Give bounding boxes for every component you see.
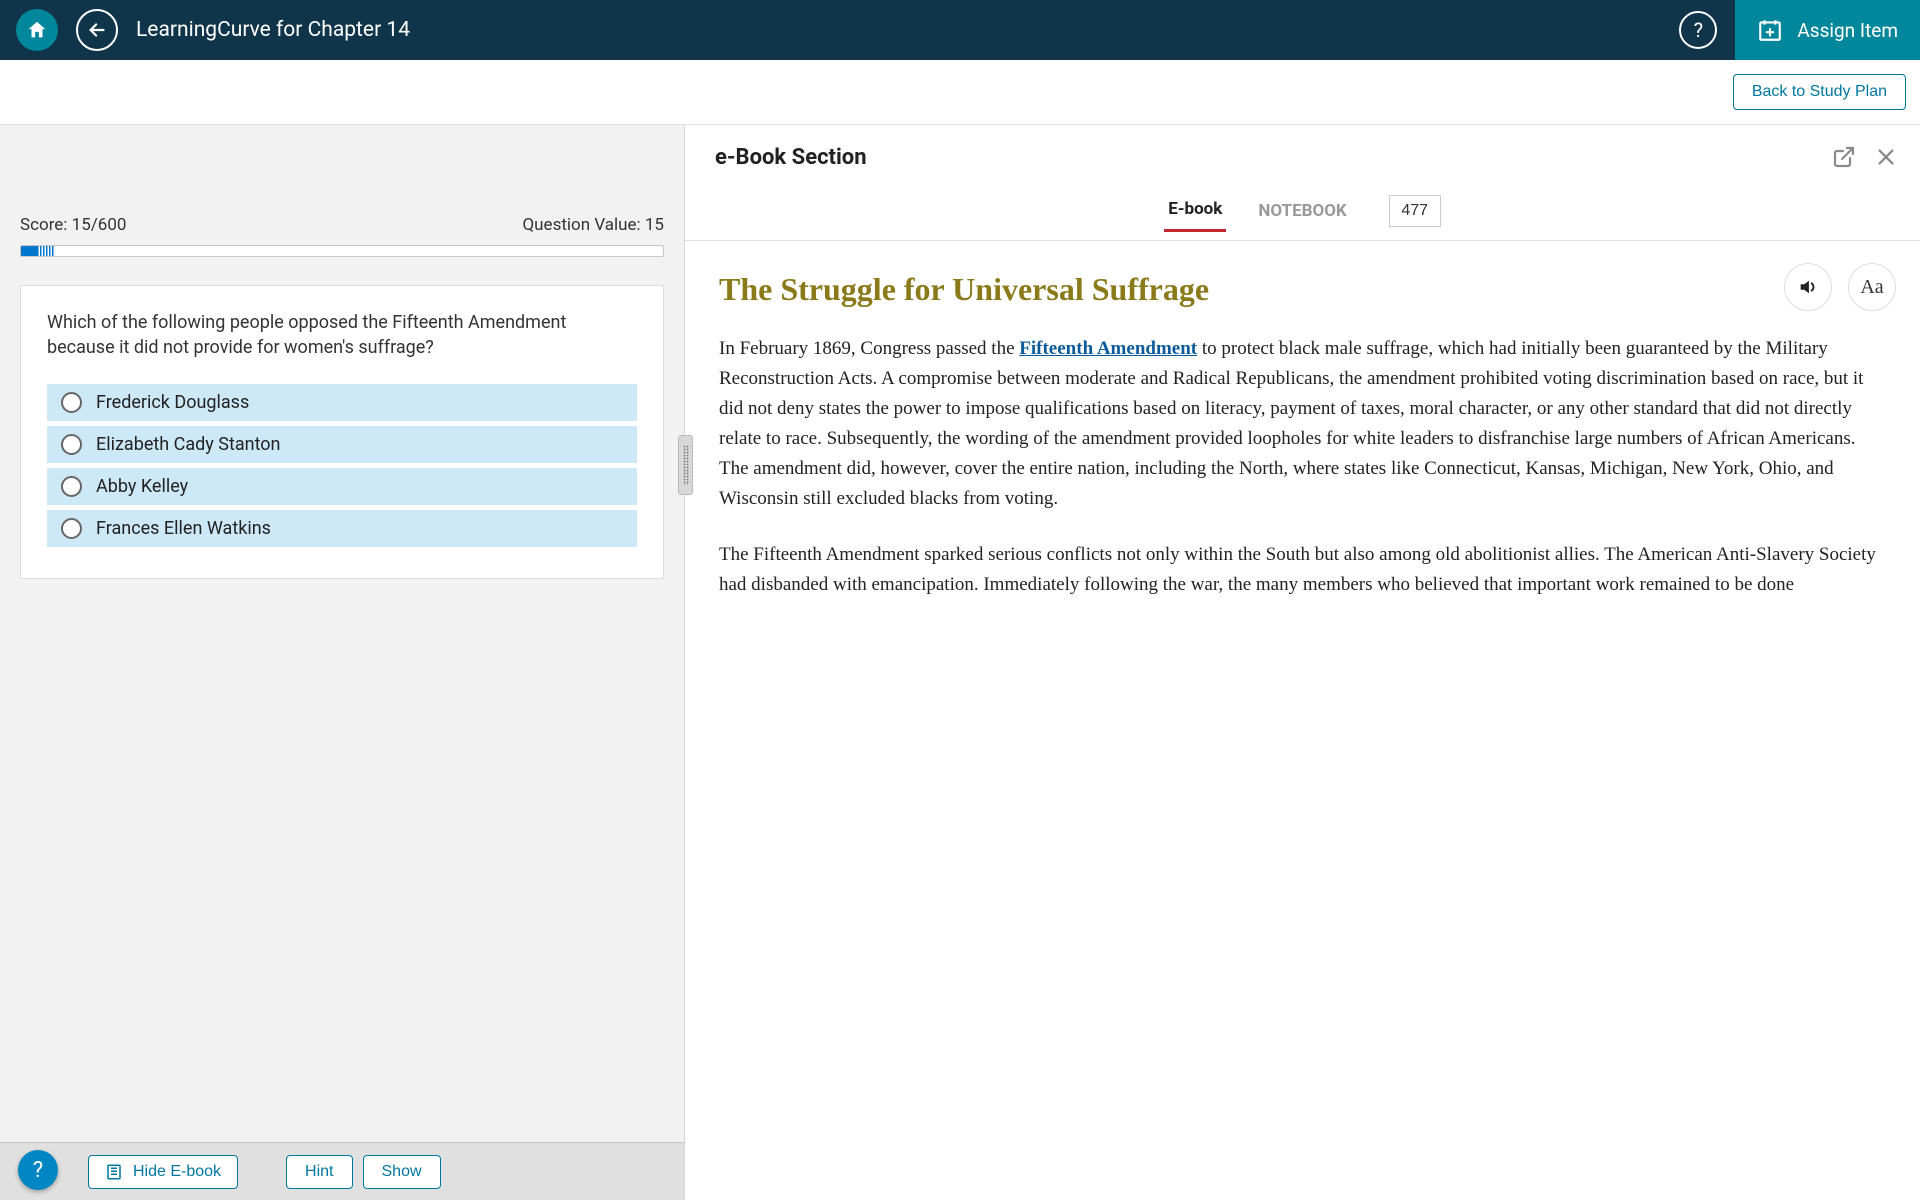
answer-option[interactable]: Abby Kelley — [47, 468, 637, 505]
page-title: LearningCurve for Chapter 14 — [136, 18, 1679, 42]
glossary-link-fifteenth-amendment[interactable]: Fifteenth Amendment — [1019, 338, 1197, 359]
ebook-text: In February 1869, Congress passed the — [719, 338, 1019, 359]
radio-icon — [61, 518, 82, 539]
ebook-pane: e-Book Section E-book NOTEBOOK Aa — [685, 125, 1920, 1200]
close-ebook-button[interactable] — [1872, 143, 1900, 171]
answer-option[interactable]: Frederick Douglass — [47, 384, 637, 421]
answer-option[interactable]: Frances Ellen Watkins — [47, 510, 637, 547]
external-link-icon — [1832, 145, 1856, 169]
sub-header: Back to Study Plan — [0, 60, 1920, 125]
question-value-label: Question Value: 15 — [522, 215, 664, 235]
calendar-add-icon — [1757, 17, 1783, 43]
app-header: LearningCurve for Chapter 14 ? Assign It… — [0, 0, 1920, 60]
ebook-header: e-Book Section — [685, 125, 1920, 181]
ebook-paragraph: The Fifteenth Amendment sparked serious … — [719, 540, 1886, 600]
back-button[interactable] — [76, 9, 118, 51]
assign-item-button[interactable]: Assign Item — [1735, 0, 1920, 60]
home-icon — [26, 19, 48, 41]
answer-option-label: Elizabeth Cady Stanton — [96, 434, 281, 455]
page-number-input[interactable] — [1389, 195, 1441, 227]
back-to-study-plan-button[interactable]: Back to Study Plan — [1733, 74, 1906, 110]
progress-filled — [21, 246, 37, 256]
back-arrow-icon — [86, 19, 108, 41]
score-section: Score: 15/600 Question Value: 15 — [0, 125, 684, 257]
ebook-text: to protect black male suffrage, which ha… — [719, 338, 1863, 509]
font-size-icon: Aa — [1860, 276, 1883, 299]
audio-button[interactable] — [1784, 263, 1832, 311]
ebook-paragraph: In February 1869, Congress passed the Fi… — [719, 334, 1886, 514]
ebook-tab-row: E-book NOTEBOOK — [685, 181, 1920, 241]
font-size-button[interactable]: Aa — [1848, 263, 1896, 311]
speaker-icon — [1797, 276, 1819, 298]
tab-ebook[interactable]: E-book — [1164, 189, 1226, 232]
floating-help-button[interactable]: ? — [18, 1150, 58, 1190]
ebook-section-title: e-Book Section — [715, 145, 1816, 170]
help-button[interactable]: ? — [1679, 11, 1717, 49]
ebook-body: In February 1869, Congress passed the Fi… — [719, 334, 1886, 600]
hide-ebook-label: Hide E-book — [133, 1163, 221, 1181]
ebook-heading: The Struggle for Universal Suffrage — [719, 271, 1259, 308]
hint-button[interactable]: Hint — [286, 1155, 352, 1189]
show-answer-button[interactable]: Show — [363, 1155, 441, 1189]
radio-icon — [61, 434, 82, 455]
quiz-pane: Score: 15/600 Question Value: 15 Which o… — [0, 125, 685, 1200]
progress-bar — [20, 245, 664, 257]
main-split: Score: 15/600 Question Value: 15 Which o… — [0, 125, 1920, 1200]
hide-ebook-button[interactable]: Hide E-book — [88, 1155, 238, 1189]
ebook-toggle-icon — [105, 1163, 123, 1181]
answer-option-label: Abby Kelley — [96, 476, 188, 497]
progress-projected — [37, 246, 55, 256]
radio-icon — [61, 392, 82, 413]
tab-notebook[interactable]: NOTEBOOK — [1254, 191, 1350, 231]
question-text: Which of the following people opposed th… — [47, 310, 637, 360]
ebook-content: Aa The Struggle for Universal Suffrage I… — [685, 241, 1920, 1200]
question-mark-icon: ? — [1694, 18, 1703, 42]
answer-option-label: Frederick Douglass — [96, 392, 249, 413]
answer-option[interactable]: Elizabeth Cady Stanton — [47, 426, 637, 463]
quiz-footer: Hide E-book Hint Show — [0, 1142, 684, 1200]
close-icon — [1875, 146, 1897, 168]
question-card: Which of the following people opposed th… — [20, 285, 664, 579]
question-mark-icon: ? — [33, 1158, 43, 1183]
answer-option-label: Frances Ellen Watkins — [96, 518, 271, 539]
open-external-button[interactable] — [1830, 143, 1858, 171]
assign-item-label: Assign Item — [1797, 19, 1898, 42]
score-label: Score: 15/600 — [20, 215, 126, 235]
radio-icon — [61, 476, 82, 497]
home-button[interactable] — [16, 9, 58, 51]
